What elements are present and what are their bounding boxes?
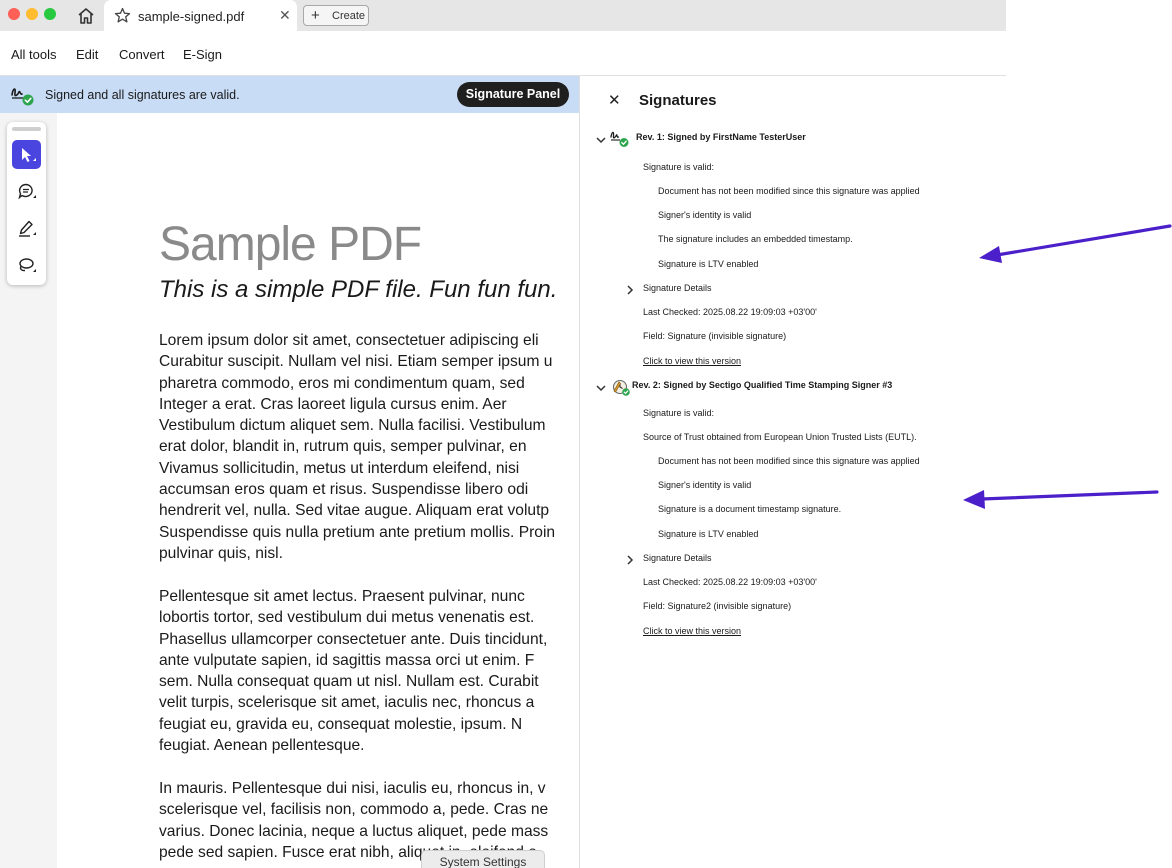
signature-status-banner: Signed and all signatures are valid. Sig… <box>0 76 580 113</box>
paragraph-line: Vivamus sollicitudin, metus ut interdum … <box>159 459 520 477</box>
close-window-button[interactable] <box>8 8 20 20</box>
lasso-icon <box>19 258 36 272</box>
document-viewer[interactable]: Sample PDF This is a simple PDF file. Fu… <box>0 113 580 868</box>
timestamp-signature-icon <box>612 379 630 396</box>
paragraph-line: feugiat. Aenean pellentesque. <box>159 737 365 755</box>
quick-tools-toolbar <box>7 122 46 285</box>
menu-e-sign[interactable]: E-Sign <box>183 47 222 62</box>
close-icon[interactable]: ✕ <box>608 91 621 109</box>
paragraph-line: pulvinar quis, nisl. <box>159 544 283 562</box>
paragraph-line: Vestibulum dictum aliquet sem. Nulla fac… <box>159 417 546 435</box>
menu-edit[interactable]: Edit <box>76 47 98 62</box>
rev-2-detail-1: Document has not been modified since thi… <box>658 456 920 466</box>
home-icon[interactable] <box>76 6 96 26</box>
signature-panel-button[interactable]: Signature Panel <box>457 82 569 107</box>
lasso-tool-button[interactable] <box>12 251 41 280</box>
rev-2-detail-2: Signer's identity is valid <box>658 480 752 490</box>
rev-2-detail-4: Signature is LTV enabled <box>658 529 759 539</box>
rev-2-last-checked: Last Checked: 2025.08.22 19:09:03 +03'00… <box>643 577 817 587</box>
cursor-arrow-icon <box>22 148 36 162</box>
document-title: Sample PDF <box>159 218 422 271</box>
paragraph-line: sem. Nulla consequat quam ut nisl. Nulla… <box>159 673 539 691</box>
draw-tool-button[interactable] <box>12 214 41 243</box>
rev-2-detail-3: Signature is a document timestamp signat… <box>658 504 842 514</box>
paragraph-line: velit turpis, scelerisque sit amet, iacu… <box>159 694 535 712</box>
system-settings-tooltip[interactable]: System Settings <box>421 850 545 868</box>
revision-1-title[interactable]: Rev. 1: Signed by FirstName TesterUser <box>636 132 806 142</box>
paragraph-line: accumsan eros quam et risus. Suspendisse… <box>159 481 529 499</box>
rev-2-details-toggle[interactable]: Signature Details <box>643 553 712 563</box>
chevron-right-icon[interactable] <box>624 284 636 296</box>
rev-1-detail-4: Signature is LTV enabled <box>658 259 759 269</box>
chevron-down-icon[interactable] <box>595 382 607 394</box>
zoom-window-button[interactable] <box>44 8 56 20</box>
chevron-down-icon[interactable] <box>595 134 607 146</box>
create-label: Create <box>332 10 366 22</box>
menu-bar: All tools Edit Convert E-Sign <box>0 31 1006 76</box>
rev-1-valid-text: Signature is valid: <box>643 162 715 172</box>
signature-valid-icon <box>610 131 629 147</box>
title-bar: sample-signed.pdf ✕ + Create <box>0 0 1006 31</box>
paragraph-2: Pellentesque sit amet lectus. Praesent p… <box>159 586 580 756</box>
document-subtitle: This is a simple PDF file. Fun fun fun. <box>159 276 558 303</box>
paragraph-line: varius. Donec lacinia, neque a luctus al… <box>159 822 549 840</box>
paragraph-line: Pellentesque sit amet lectus. Praesent p… <box>159 588 525 605</box>
rev-2-source-text: Source of Trust obtained from European U… <box>643 432 917 442</box>
signature-valid-icon <box>9 82 35 108</box>
annotation-arrow-1 <box>979 224 1172 263</box>
select-tool-button[interactable] <box>12 140 41 169</box>
paragraph-line: scelerisque vel, facilisis non, commodo … <box>159 801 549 819</box>
chevron-right-icon[interactable] <box>624 554 636 566</box>
revision-2-title[interactable]: Rev. 2: Signed by Sectigo Qualified Time… <box>632 380 892 390</box>
rev-2-field: Field: Signature2 (invisible signature) <box>643 601 792 611</box>
comment-tool-button[interactable] <box>12 177 41 206</box>
star-icon[interactable] <box>114 7 131 24</box>
rev-1-last-checked: Last Checked: 2025.08.22 19:09:03 +03'00… <box>643 307 817 317</box>
tab-close-icon[interactable]: ✕ <box>279 8 291 22</box>
menu-convert[interactable]: Convert <box>119 47 165 62</box>
paragraph-line: ante vulputate sapien, id sagittis massa… <box>159 651 535 669</box>
document-tab[interactable]: sample-signed.pdf ✕ <box>104 0 297 31</box>
paragraph-line: Integer a erat. Cras laoreet ligula curs… <box>159 395 507 413</box>
rev-2-view-version-link[interactable]: Click to view this version <box>643 626 741 636</box>
paragraph-line: lobortis tortor, sed vestibulum dui metu… <box>159 609 535 627</box>
rev-1-detail-1: Document has not been modified since thi… <box>658 186 920 196</box>
minimize-window-button[interactable] <box>26 8 38 20</box>
rev-1-details-toggle[interactable]: Signature Details <box>643 283 712 293</box>
menu-all-tools[interactable]: All tools <box>11 47 57 62</box>
pen-icon <box>19 220 36 237</box>
rev-1-detail-2: Signer's identity is valid <box>658 210 752 220</box>
signatures-panel: ✕ Signatures Rev. 1: Signed by FirstName… <box>580 76 1006 868</box>
paragraph-line: feugiat eu, gravida eu, consequat molest… <box>159 715 523 733</box>
signatures-heading: Signatures <box>639 92 717 109</box>
comment-icon <box>18 183 36 200</box>
paragraph-line: Lorem ipsum dolor sit amet, consectetuer… <box>159 332 539 349</box>
paragraph-line: hendrerit vel, nulla. Sed vitae augue. A… <box>159 502 550 520</box>
rev-1-field: Field: Signature (invisible signature) <box>643 331 787 341</box>
paragraph-line: Curabitur suscipit. Nullam vel nisi. Eti… <box>159 353 553 371</box>
rev-2-valid-text: Signature is valid: <box>643 408 715 418</box>
paragraph-1: Lorem ipsum dolor sit amet, consectetuer… <box>159 330 580 564</box>
rev-1-view-version-link[interactable]: Click to view this version <box>643 356 741 366</box>
paragraph-line: In mauris. Pellentesque dui nisi, iaculi… <box>159 780 546 797</box>
toolbar-drag-handle[interactable] <box>12 127 41 131</box>
paragraph-line: Phasellus ullamcorper consectetuer ante.… <box>159 630 548 648</box>
banner-status-text: Signed and all signatures are valid. <box>45 88 240 102</box>
paragraph-line: erat dolor, blandit in, rutrum quis, sem… <box>159 438 527 456</box>
rev-1-detail-3: The signature includes an embedded times… <box>658 234 853 244</box>
annotation-arrow-2 <box>963 490 1159 509</box>
paragraph-line: Suspendisse quis nulla pretium ante pret… <box>159 523 556 541</box>
paragraph-line: pharetra commodo, eros mi condimentum qu… <box>159 374 525 392</box>
tab-title: sample-signed.pdf <box>138 9 245 24</box>
create-button[interactable]: + Create <box>303 5 369 26</box>
plus-icon: + <box>311 7 320 24</box>
